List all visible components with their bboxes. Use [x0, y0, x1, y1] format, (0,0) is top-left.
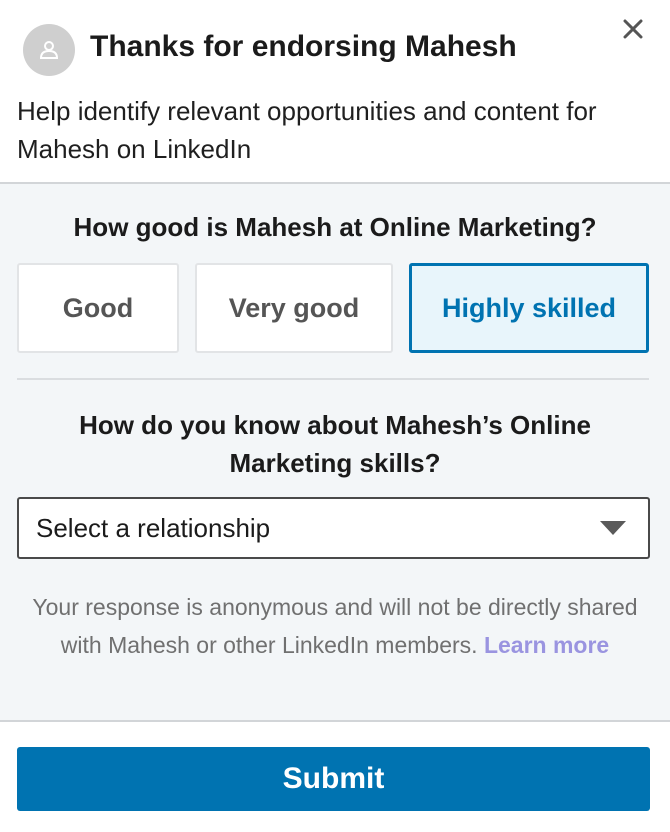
person-icon [39, 41, 59, 59]
avatar [23, 24, 75, 76]
relationship-question: How do you know about Mahesh’s Online Ma… [79, 410, 591, 478]
divider [17, 378, 649, 380]
submit-button[interactable]: Submit [17, 747, 650, 811]
endorsement-form: How good is Mahesh at Online Marketing? … [0, 182, 670, 722]
skill-question: How good is Mahesh at Online Marketing? [73, 212, 597, 242]
chevron-down-icon [600, 521, 626, 535]
close-icon[interactable] [623, 19, 643, 39]
relationship-select-value: Select a relationship [36, 512, 271, 543]
option-good[interactable]: Good [17, 263, 179, 353]
option-very-good[interactable]: Very good [195, 263, 393, 353]
dialog-title: Thanks for endorsing Mahesh [90, 30, 517, 63]
learn-more-link[interactable]: Learn more [484, 632, 609, 658]
relationship-select[interactable]: Select a relationship [17, 497, 650, 559]
dialog-header: Thanks for endorsing Mahesh Help identif… [0, 0, 670, 182]
anonymity-note: Your response is anonymous and will not … [20, 588, 650, 664]
close-button[interactable] [618, 14, 648, 44]
dialog-subtitle: Help identify relevant opportunities and… [17, 96, 597, 164]
option-highly-skilled[interactable]: Highly skilled [409, 263, 649, 353]
